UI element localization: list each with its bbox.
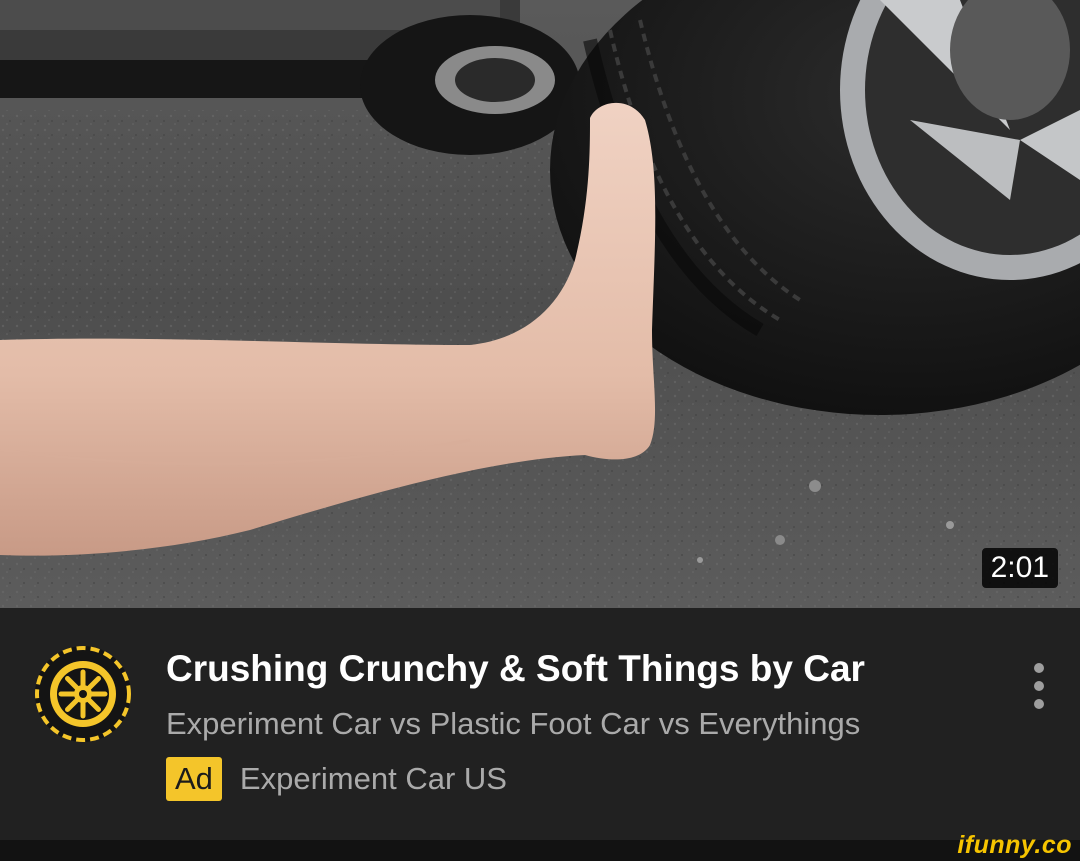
- watermark-logo: ifunny.co: [957, 831, 1072, 859]
- video-description: Experiment Car vs Plastic Foot Car vs Ev…: [166, 706, 861, 741]
- advertiser-name[interactable]: Experiment Car US: [240, 757, 507, 801]
- video-info-panel: Crushing Crunchy & Soft Things by Car Ex…: [0, 608, 1080, 840]
- duration-badge: 2:01: [981, 548, 1058, 588]
- ad-badge: Ad: [166, 757, 222, 801]
- video-thumbnail[interactable]: 2:01: [0, 0, 1080, 608]
- vertical-ellipsis-icon: [1024, 663, 1054, 709]
- thumbnail-image: [0, 0, 1080, 608]
- video-title[interactable]: Crushing Crunchy & Soft Things by Car: [166, 646, 986, 692]
- ad-row: Ad Experiment Car US: [166, 756, 507, 802]
- more-options-button[interactable]: [1024, 660, 1054, 710]
- yellow-wheel-logo-icon: [35, 646, 131, 742]
- footer-bar: [0, 840, 1080, 861]
- channel-avatar[interactable]: [34, 645, 132, 743]
